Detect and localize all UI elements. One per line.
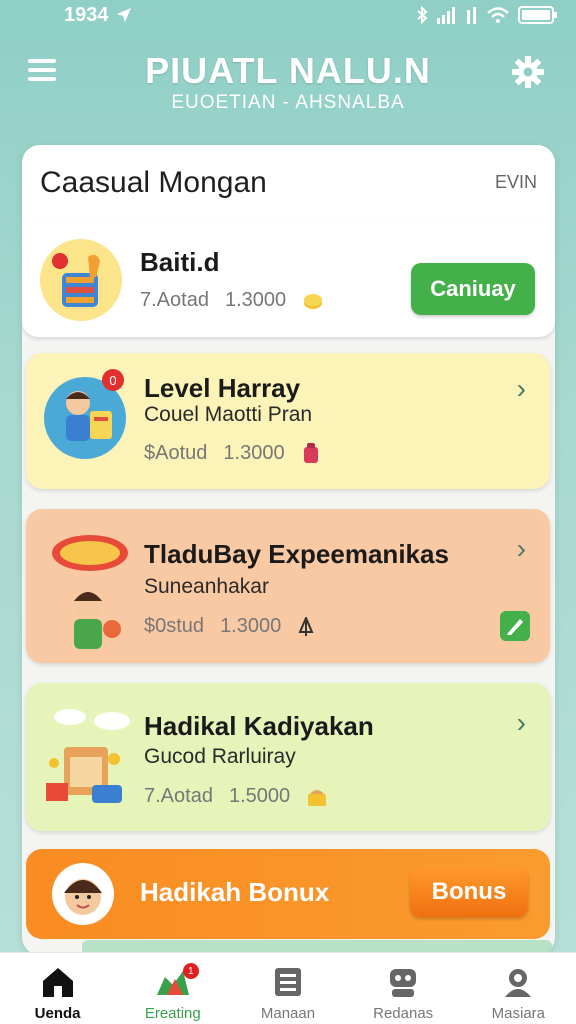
chevron-right-icon[interactable]: › [517, 373, 526, 405]
panel-title: Caasual Mongan [40, 165, 267, 199]
app-header: PIUATL NALU.N EUOETIAN - AHSNALBA [0, 38, 576, 128]
nav-label: Ereating [144, 1005, 201, 1022]
card-meta-label: $Aotud [144, 441, 208, 464]
language-selector[interactable]: EVIN [495, 172, 537, 193]
card-meta-value: 1.3000 [220, 615, 282, 637]
main-panel: Caasual Mongan EVIN Baiti.d 7.Aotad 1.30… [22, 145, 555, 955]
avatar [52, 863, 114, 925]
nav-badge: 1 [182, 963, 199, 979]
edit-icon[interactable] [500, 611, 530, 641]
card-meta: $Aotud 1.3000 [144, 441, 321, 465]
nav-item-home[interactable]: Uenda [8, 965, 108, 1022]
list-item[interactable]: TladuBay Expeemanikas Suneanhakar $0stud… [26, 509, 550, 663]
hamburger-menu-icon[interactable] [28, 54, 68, 90]
claim-button[interactable]: Caniuay [411, 263, 535, 315]
gear-icon[interactable] [510, 54, 546, 90]
nav-item-games[interactable]: Redanas [353, 965, 453, 1022]
bonus-button[interactable]: Bonus [410, 867, 528, 917]
bottom-nav: Uenda 1 Ereating Manaan Redanas Masiara [0, 952, 576, 1024]
coin-stack-icon [40, 239, 122, 321]
list-item[interactable]: Hadikal Kadiyakan Gucod Rarluiray 7.Aota… [26, 683, 550, 831]
card-meta-label: $0stud [144, 615, 205, 637]
wifi-icon [487, 7, 509, 23]
home-icon [42, 968, 73, 997]
bonus-card[interactable]: Hadikah Bonux Bonus [26, 849, 550, 939]
app-title: PIUATL NALU.N [145, 50, 431, 91]
bonus-title: Hadikah Bonux [140, 877, 330, 907]
status-left: 1934 [64, 4, 133, 27]
chevron-right-icon[interactable]: › [517, 707, 526, 739]
status-right [416, 5, 558, 25]
list-icon [274, 968, 301, 996]
card-title: Baiti.d [140, 247, 220, 277]
gift-bag-icon [303, 443, 318, 463]
coin-icon [304, 293, 323, 309]
card-subtitle: Couel Maotti Pran [144, 403, 313, 426]
signal-icon [467, 7, 476, 24]
currency-icon [40, 525, 140, 655]
nav-item-trending[interactable]: 1 Ereating [123, 963, 223, 1022]
card-meta: 7.Aotad 1.3000 [140, 289, 324, 312]
notification-badge: 0 [102, 369, 124, 391]
chevron-right-icon[interactable]: › [517, 533, 526, 565]
location-arrow-icon [116, 8, 131, 22]
card-meta-value: 1.3000 [223, 441, 285, 464]
status-time: 1934 [64, 3, 109, 26]
list-item[interactable]: Baiti.d 7.Aotad 1.3000 Caniuay [22, 219, 555, 337]
signal-icon [437, 7, 455, 24]
nav-item-manage[interactable]: Manaan [238, 965, 338, 1022]
card-title: TladuBay Expeemanikas [144, 539, 449, 569]
card-meta-value: 1.3000 [224, 289, 287, 311]
status-bar: 1934 [0, 0, 576, 30]
card-title: Level Harray [144, 373, 301, 403]
battery-icon [518, 6, 557, 24]
card-meta-value: 1.5000 [228, 785, 291, 807]
card-meta: 7.Aotad 1.5000 [144, 785, 328, 808]
panel-header: Caasual Mongan EVIN [22, 145, 555, 221]
nav-item-profile[interactable]: Masiara [468, 965, 568, 1022]
bluetooth-icon [417, 6, 428, 24]
app-subtitle: EUOETIAN - AHSNALBA [171, 92, 405, 113]
treasure-icon [308, 789, 327, 806]
card-subtitle: Gucod Rarluiray [144, 745, 296, 768]
nav-label: Uenda [34, 1005, 81, 1022]
card-meta-label: 7.Aotad [144, 785, 213, 807]
list-item[interactable]: 0 Level Harray Couel Maotti Pran $Aotud … [26, 353, 550, 489]
treasure-icon [40, 703, 140, 813]
nav-label: Redanas [373, 1005, 434, 1022]
profile-icon [505, 969, 532, 997]
card-meta-label: 7.Aotad [140, 289, 209, 311]
card-meta: $0stud 1.3000 [144, 615, 315, 638]
nav-label: Masiara [491, 1005, 546, 1022]
nav-label: Manaan [260, 1005, 316, 1022]
currency-icon [298, 616, 314, 636]
card-subtitle: Suneanhakar [144, 575, 269, 598]
card-title: Hadikal Kadiyakan [144, 711, 374, 741]
gamepad-icon [390, 969, 417, 997]
